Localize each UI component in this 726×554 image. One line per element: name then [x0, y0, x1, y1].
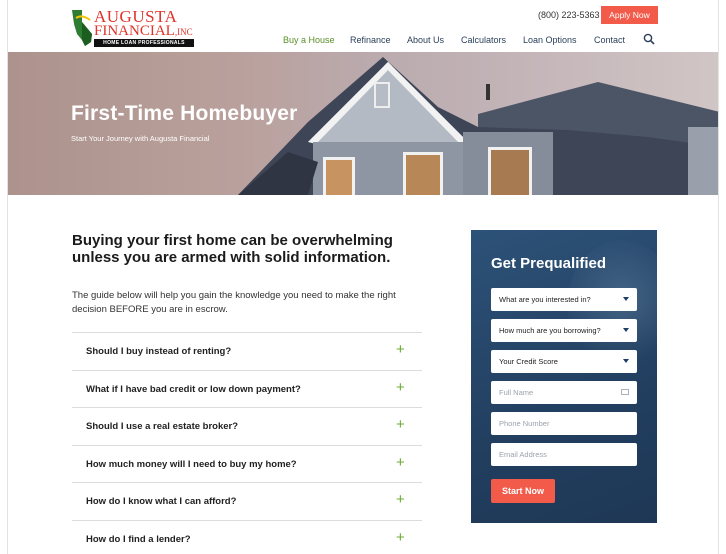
- faq-item[interactable]: How much money will I need to buy my hom…: [72, 444, 422, 483]
- intro-paragraph: The guide below will help you gain the k…: [72, 290, 396, 315]
- plus-icon[interactable]: +: [396, 454, 405, 471]
- contact-card-icon: [621, 389, 629, 395]
- hero-subtitle: Start Your Journey with Augusta Financia…: [71, 134, 210, 143]
- phone-input[interactable]: Phone Number: [491, 412, 637, 435]
- search-icon[interactable]: [643, 33, 655, 45]
- faq-item[interactable]: Should I buy instead of renting? +: [72, 332, 422, 370]
- nav-calculators[interactable]: Calculators: [461, 35, 506, 45]
- prequalify-form: Get Prequalified What are you interested…: [471, 230, 657, 523]
- nav-refinance[interactable]: Refinance: [350, 35, 391, 45]
- start-now-button[interactable]: Start Now: [491, 479, 555, 503]
- faq-question: How do I find a lender?: [86, 533, 191, 545]
- full-name-placeholder: Full Name: [499, 388, 534, 397]
- logo-line2: FINANCIAL,INC: [94, 23, 193, 39]
- apply-now-button[interactable]: Apply Now: [601, 6, 658, 24]
- hero-banner: First-Time Homebuyer Start Your Journey …: [8, 52, 718, 195]
- faq-question: Should I buy instead of renting?: [86, 346, 232, 357]
- plus-icon[interactable]: +: [396, 416, 405, 433]
- site-header: AUGUSTA FINANCIAL,INC HOME LOAN PROFESSI…: [8, 0, 718, 52]
- faq-item[interactable]: How do I know what I can afford? +: [72, 482, 422, 520]
- nav-about-us[interactable]: About Us: [407, 35, 444, 45]
- faq-item[interactable]: What if I have bad credit or low down pa…: [72, 369, 422, 408]
- credit-score-select-value: Your Credit Score: [499, 357, 558, 366]
- plus-icon[interactable]: +: [396, 529, 405, 546]
- faq-question: How much money will I need to buy my hom…: [86, 458, 297, 470]
- faq-item[interactable]: Should I use a real estate broker? +: [72, 407, 422, 445]
- page: AUGUSTA FINANCIAL,INC HOME LOAN PROFESSI…: [7, 0, 719, 554]
- logo[interactable]: AUGUSTA FINANCIAL,INC HOME LOAN PROFESSI…: [70, 8, 200, 48]
- interest-select-value: What are you interested in?: [499, 295, 591, 304]
- nav-contact[interactable]: Contact: [594, 35, 625, 45]
- logo-tagline: HOME LOAN PROFESSIONALS: [94, 39, 194, 47]
- email-placeholder: Email Address: [499, 450, 547, 459]
- interest-select[interactable]: What are you interested in?: [491, 288, 637, 311]
- borrow-amount-select[interactable]: How much are you borrowing?: [491, 319, 637, 342]
- hero-title: First-Time Homebuyer: [71, 102, 298, 125]
- faq-question: How do I know what I can afford?: [86, 496, 237, 508]
- california-logo-icon: [72, 10, 92, 46]
- faq-item[interactable]: How do I find a lender? +: [72, 519, 422, 554]
- email-input[interactable]: Email Address: [491, 443, 637, 466]
- nav-buy-a-house[interactable]: Buy a House: [283, 35, 335, 45]
- borrow-amount-select-value: How much are you borrowing?: [499, 326, 601, 335]
- plus-icon[interactable]: +: [396, 491, 405, 508]
- faq-accordion: Should I buy instead of renting? + What …: [72, 332, 422, 554]
- form-title: Get Prequalified: [491, 255, 607, 272]
- faq-question: Should I use a real estate broker?: [86, 421, 239, 433]
- nav-loan-options[interactable]: Loan Options: [523, 35, 577, 45]
- plus-icon[interactable]: +: [396, 379, 405, 396]
- phone-placeholder: Phone Number: [499, 419, 550, 428]
- full-name-input[interactable]: Full Name: [491, 381, 637, 404]
- credit-score-select[interactable]: Your Credit Score: [491, 350, 637, 373]
- caret-down-icon: [623, 359, 629, 363]
- caret-down-icon: [623, 297, 629, 301]
- faq-question: What if I have bad credit or low down pa…: [86, 383, 301, 395]
- phone-number[interactable]: (800) 223-5363: [538, 10, 600, 20]
- caret-down-icon: [623, 328, 629, 332]
- lead-heading: Buying your first home can be overwhelmi…: [72, 232, 393, 266]
- plus-icon[interactable]: +: [396, 341, 405, 358]
